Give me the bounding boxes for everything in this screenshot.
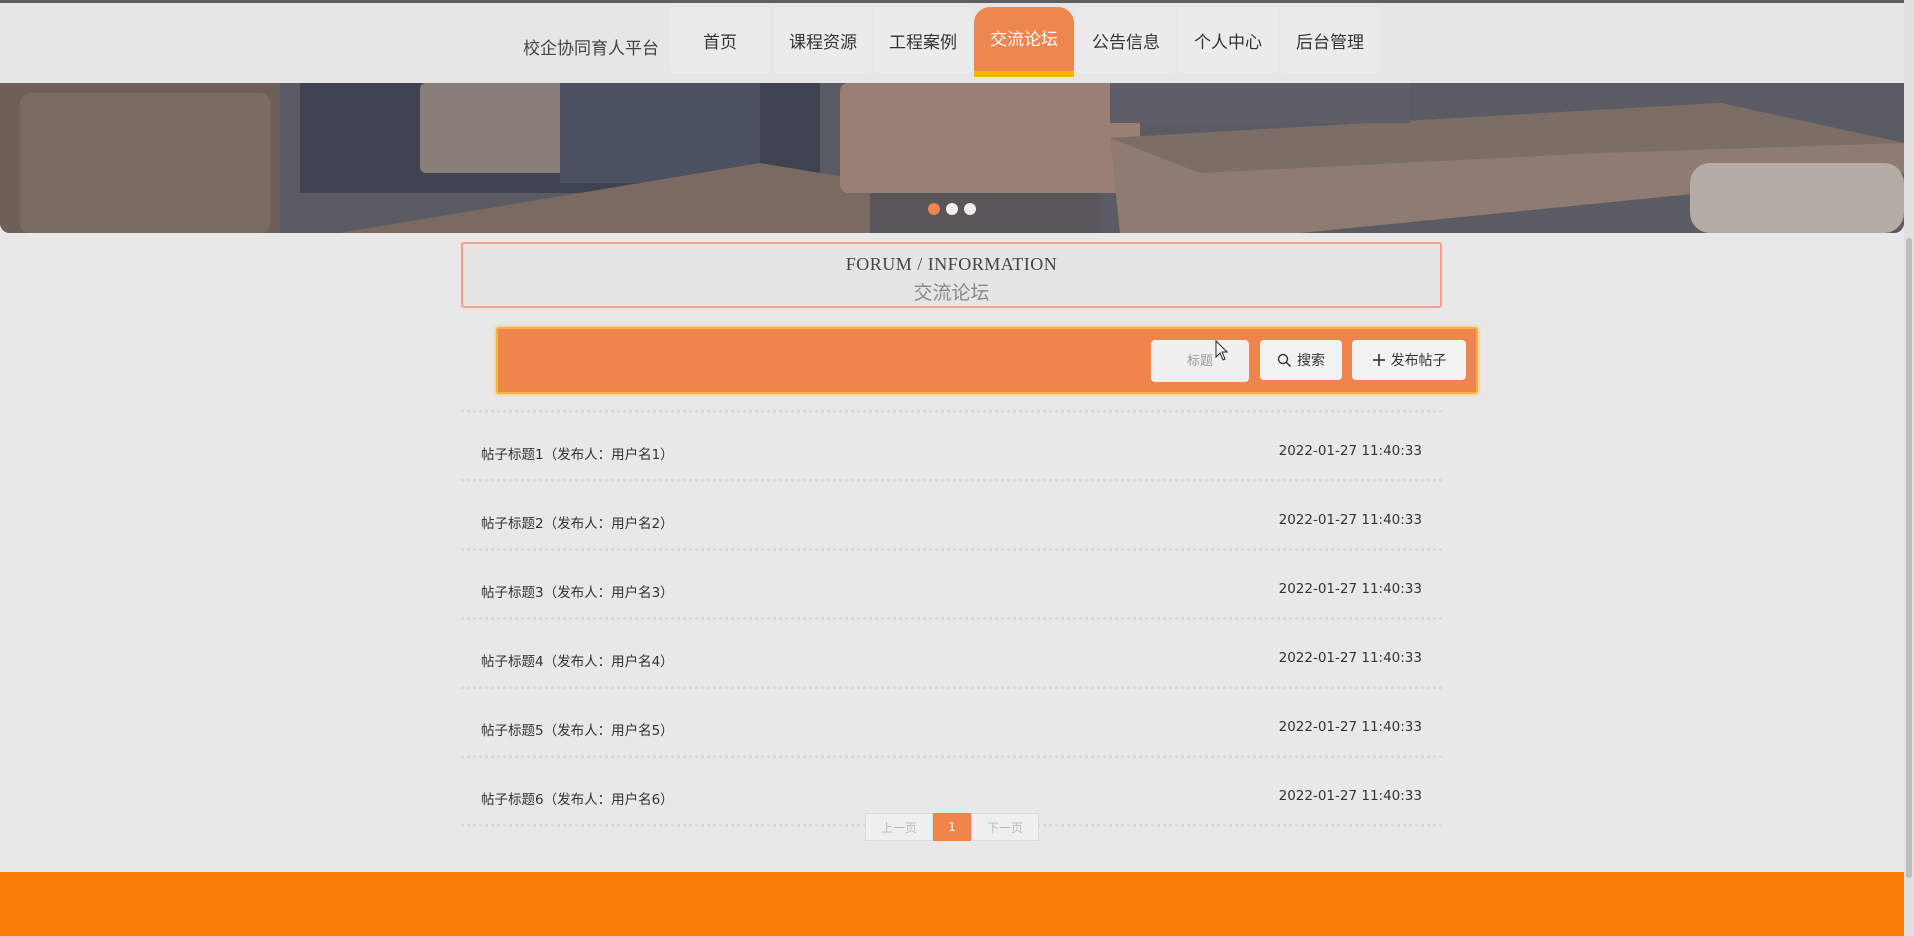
plus-icon	[1372, 353, 1386, 367]
page-1-button[interactable]: 1	[933, 813, 971, 841]
post-time: 2022-01-27 11:40:33	[1278, 512, 1422, 528]
search-icon	[1277, 353, 1292, 368]
section-title-cn: 交流论坛	[913, 283, 990, 304]
list-divider	[461, 617, 1442, 624]
site-footer	[0, 872, 1904, 936]
post-time: 2022-01-27 11:40:33	[1278, 788, 1422, 804]
nav-cases[interactable]: 工程案例	[874, 7, 972, 73]
post-time: 2022-01-27 11:40:33	[1278, 650, 1422, 666]
section-title-box: FORUM / INFORMATION 交流论坛	[461, 242, 1442, 308]
banner-carousel[interactable]	[0, 83, 1904, 233]
nav-label: 工程案例	[889, 32, 957, 53]
list-divider	[461, 686, 1442, 693]
carousel-dot-2[interactable]	[946, 203, 958, 215]
post-title[interactable]: 帖子标题4（发布人：用户名4）	[481, 650, 674, 670]
nav-home[interactable]: 首页	[670, 7, 770, 73]
nav-profile[interactable]: 个人中心	[1178, 7, 1278, 73]
publish-post-button[interactable]: 发布帖子	[1352, 340, 1466, 380]
post-title[interactable]: 帖子标题1（发布人：用户名1）	[481, 443, 674, 463]
list-divider	[461, 479, 1442, 486]
post-time: 2022-01-27 11:40:33	[1278, 581, 1422, 597]
list-divider	[461, 410, 1442, 417]
post-time: 2022-01-27 11:40:33	[1278, 719, 1422, 735]
search-button-label: 搜索	[1297, 353, 1325, 369]
list-divider	[461, 548, 1442, 555]
next-page-button[interactable]: 下一页	[971, 813, 1039, 841]
nav-label: 交流论坛	[990, 29, 1058, 50]
post-row[interactable]: 帖子标题1（发布人：用户名1） 2022-01-27 11:40:33	[461, 417, 1442, 479]
publish-button-label: 发布帖子	[1390, 353, 1447, 369]
section-title-en: FORUM / INFORMATION	[845, 254, 1058, 274]
post-row[interactable]: 帖子标题4（发布人：用户名4） 2022-01-27 11:40:33	[461, 624, 1442, 686]
nav-label: 课程资源	[789, 32, 857, 53]
prev-page-button[interactable]: 上一页	[865, 813, 933, 841]
carousel-dots	[928, 203, 976, 215]
site-brand: 校企协同育人平台	[523, 39, 659, 59]
pagination: 上一页 1 下一页	[865, 813, 1039, 841]
mouse-cursor-icon	[1215, 340, 1229, 361]
post-title[interactable]: 帖子标题6（发布人：用户名6）	[481, 788, 674, 808]
nav-label: 个人中心	[1194, 32, 1262, 53]
post-list: 帖子标题1（发布人：用户名1） 2022-01-27 11:40:33 帖子标题…	[461, 410, 1442, 831]
post-title[interactable]: 帖子标题5（发布人：用户名5）	[481, 719, 674, 739]
nav-admin[interactable]: 后台管理	[1280, 7, 1380, 73]
carousel-dot-1[interactable]	[928, 203, 940, 215]
carousel-dot-3[interactable]	[964, 203, 976, 215]
nav-label: 后台管理	[1296, 32, 1364, 53]
nav-forum[interactable]: 交流论坛	[974, 7, 1074, 77]
scrollbar-thumb[interactable]	[1906, 238, 1912, 878]
post-title[interactable]: 帖子标题2（发布人：用户名2）	[481, 512, 674, 532]
nav-notices[interactable]: 公告信息	[1076, 7, 1176, 73]
post-time: 2022-01-27 11:40:33	[1278, 443, 1422, 459]
post-row[interactable]: 帖子标题5（发布人：用户名5） 2022-01-27 11:40:33	[461, 693, 1442, 755]
post-row[interactable]: 帖子标题3（发布人：用户名3） 2022-01-27 11:40:33	[461, 555, 1442, 617]
nav-label: 首页	[703, 32, 737, 53]
search-input[interactable]	[1151, 340, 1249, 382]
list-divider	[461, 755, 1442, 762]
search-button[interactable]: 搜索	[1260, 340, 1342, 380]
search-bar: 搜索 发布帖子	[496, 327, 1478, 394]
nav-courses[interactable]: 课程资源	[774, 7, 872, 73]
post-title[interactable]: 帖子标题3（发布人：用户名3）	[481, 581, 674, 601]
nav-label: 公告信息	[1092, 32, 1160, 53]
site-header: 校企协同育人平台 首页 课程资源 工程案例 交流论坛 公告信息 个人中心 后台管…	[0, 3, 1904, 83]
post-row[interactable]: 帖子标题2（发布人：用户名2） 2022-01-27 11:40:33	[461, 486, 1442, 548]
